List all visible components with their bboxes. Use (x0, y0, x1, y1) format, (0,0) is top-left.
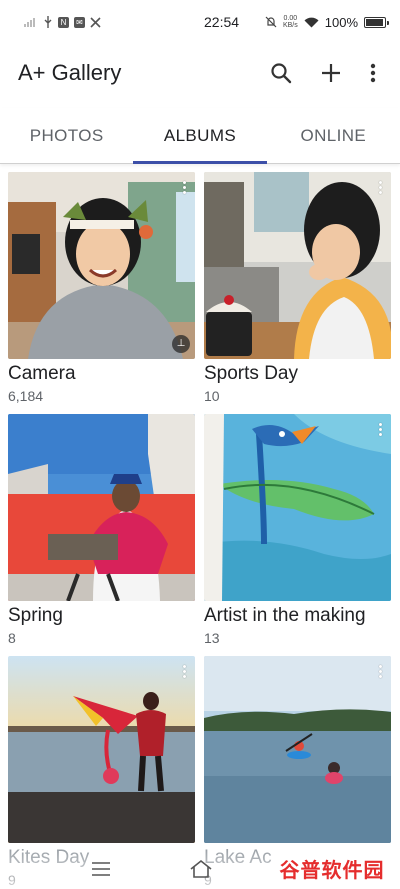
net-speed-value: 0.00 (283, 15, 298, 22)
tab-bar: PHOTOS ALBUMS ONLINE (0, 108, 400, 164)
album-name: Artist in the making (204, 605, 366, 626)
album-thumbnail (8, 414, 195, 601)
album-name: Spring (8, 605, 63, 626)
watermark-logo: 谷普软件园 (272, 851, 392, 885)
home-icon (190, 859, 212, 878)
add-icon (322, 64, 340, 82)
menu-icon (92, 862, 110, 876)
album-thumbnail: ⊥ (8, 172, 195, 359)
menu-nav-button[interactable] (86, 857, 116, 881)
album-grid: ⊥ Camera 6,184 Sports Day 10 Spring 8 Ar… (8, 172, 392, 889)
album-name: Sports Day (204, 363, 298, 384)
album-camera[interactable]: ⊥ Camera 6,184 (8, 172, 195, 414)
tab-albums[interactable]: ALBUMS (133, 108, 267, 164)
album-count: 10 (204, 388, 220, 404)
app-bar: A+ Gallery (0, 44, 400, 102)
status-bar: N ✉ 22:54 0.00 KB/s 100% (0, 0, 400, 44)
net-speed-unit: KB/s (282, 22, 298, 29)
mute-icon (265, 16, 277, 28)
wifi-icon (304, 17, 319, 28)
add-button[interactable] (306, 48, 356, 98)
album-artist-in-the-making[interactable]: Artist in the making 13 (204, 414, 391, 656)
more-vert-icon (370, 63, 376, 83)
net-speed: 0.00 KB/s (283, 15, 298, 29)
album-thumbnail (204, 414, 391, 601)
album-menu-button[interactable] (175, 176, 193, 198)
battery-fill (366, 18, 383, 26)
album-thumbnail (8, 656, 195, 843)
search-icon (271, 63, 292, 84)
notification-app-icon: N (58, 16, 69, 28)
album-count: 6,184 (8, 388, 44, 404)
search-button[interactable] (256, 48, 306, 98)
tools-icon (90, 16, 101, 28)
tab-photos[interactable]: PHOTOS (0, 108, 133, 163)
signal-icon (24, 17, 38, 27)
status-right-icons: 0.00 KB/s 100% (265, 14, 389, 30)
pin-icon: ⊥ (172, 335, 190, 353)
more-options-button[interactable] (356, 48, 390, 98)
battery-icon (364, 16, 389, 28)
home-nav-button[interactable] (186, 857, 216, 881)
album-menu-button[interactable] (371, 176, 389, 198)
status-time: 22:54 (204, 14, 240, 30)
album-sports-day[interactable]: Sports Day 10 (204, 172, 391, 414)
album-menu-button[interactable] (175, 660, 193, 682)
tab-online[interactable]: ONLINE (267, 108, 400, 163)
album-spring[interactable]: Spring 8 (8, 414, 195, 656)
battery-percent: 100% (324, 14, 358, 30)
usb-icon (43, 16, 53, 28)
album-count: 13 (204, 630, 220, 646)
album-thumbnail (204, 656, 391, 843)
album-name: Camera (8, 363, 76, 384)
mail-icon: ✉ (74, 16, 85, 28)
album-thumbnail (204, 172, 391, 359)
status-left-icons: N ✉ (24, 16, 154, 28)
album-menu-button[interactable] (371, 660, 389, 682)
app-title: A+ Gallery (18, 60, 122, 85)
album-menu-button[interactable] (371, 418, 389, 440)
album-count: 8 (8, 630, 16, 646)
